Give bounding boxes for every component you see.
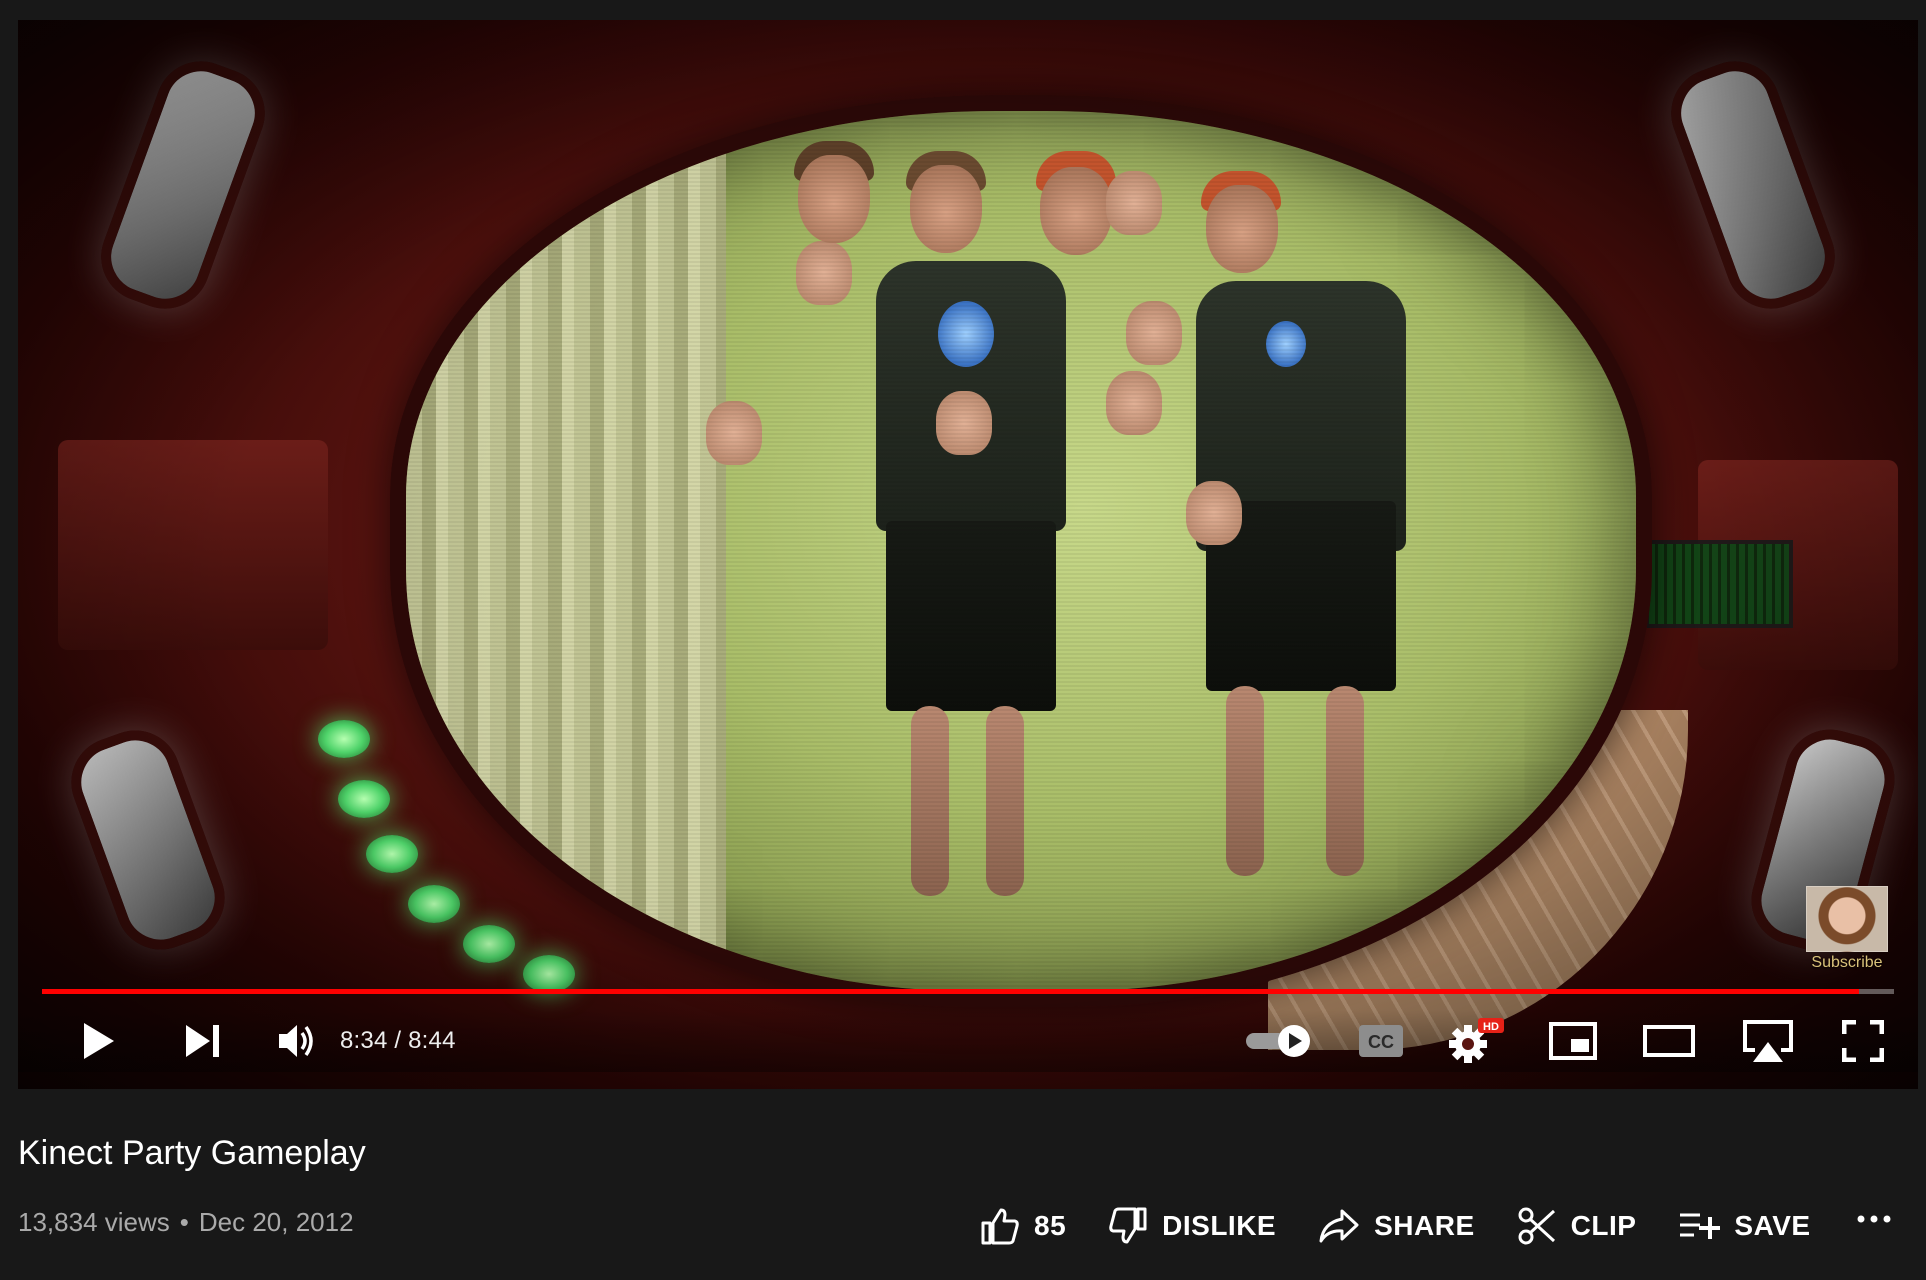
subscribe-label: Subscribe — [1811, 954, 1883, 971]
decor-grid-light — [1645, 540, 1793, 628]
miniplayer-icon — [1549, 1022, 1597, 1060]
theater-icon — [1643, 1025, 1695, 1057]
meta-separator: • — [179, 1207, 189, 1237]
gear-icon: HD — [1449, 1018, 1504, 1063]
decor-lamp — [1658, 48, 1848, 322]
video-screen — [390, 95, 1652, 1007]
progress-bar[interactable] — [42, 989, 1894, 994]
play-button[interactable] — [64, 1010, 134, 1072]
dislike-button[interactable]: DISLIKE — [1108, 1206, 1276, 1246]
clip-button[interactable]: CLIP — [1517, 1206, 1637, 1246]
channel-avatar — [1806, 886, 1888, 952]
decor-lamp — [58, 717, 238, 963]
share-label: SHARE — [1374, 1210, 1475, 1241]
video-player[interactable]: Subscribe 8:34 / 8:44 CC HD — [18, 20, 1918, 1089]
save-label: SAVE — [1734, 1210, 1811, 1241]
thumbs-up-icon — [981, 1208, 1019, 1245]
upload-date: Dec 20, 2012 — [198, 1207, 354, 1237]
settings-button[interactable]: HD — [1440, 1010, 1512, 1072]
decor-green-light — [338, 780, 390, 818]
decor-green-light — [318, 720, 370, 758]
dislike-label: DISLIKE — [1162, 1210, 1277, 1241]
captions-text: CC — [1368, 1032, 1394, 1052]
airplay-icon — [1743, 1020, 1793, 1062]
video-meta: 13,834 views • Dec 20, 2012 — [18, 1207, 354, 1238]
decor-lamp — [88, 48, 278, 322]
time-display: 8:34 / 8:44 — [340, 1027, 456, 1054]
volume-button[interactable] — [262, 1010, 332, 1072]
fullscreen-icon — [1842, 1020, 1884, 1062]
scanlines — [406, 111, 1636, 991]
video-frame — [18, 20, 1918, 1089]
fullscreen-button[interactable] — [1828, 1010, 1898, 1072]
captions-button[interactable]: CC — [1346, 1010, 1416, 1072]
captions-icon: CC — [1359, 1025, 1403, 1057]
like-button[interactable]: 85 — [980, 1206, 1066, 1246]
airplay-button[interactable] — [1730, 1010, 1806, 1072]
volume-icon — [279, 1025, 313, 1057]
view-count: 13,834 views — [18, 1207, 170, 1237]
share-button[interactable]: SHARE — [1318, 1208, 1475, 1244]
playlist-add-icon — [1680, 1213, 1721, 1239]
clip-label: CLIP — [1570, 1210, 1637, 1241]
autoplay-toggle[interactable] — [1240, 1010, 1318, 1072]
decor-panel — [58, 440, 328, 650]
play-icon — [84, 1023, 114, 1059]
video-actions: 85 DISLIKE SHARE CLIP SAVE — [980, 1200, 1926, 1252]
more-dots-icon — [1857, 1215, 1891, 1223]
progress-played — [42, 989, 1859, 994]
next-button[interactable] — [168, 1010, 238, 1072]
player-controls: 8:34 / 8:44 CC HD — [18, 1010, 1918, 1072]
video-title: Kinect Party Gameplay — [18, 1134, 366, 1172]
theater-button[interactable] — [1634, 1010, 1704, 1072]
hd-badge: HD — [1483, 1021, 1499, 1033]
autoplay-toggle-icon — [1246, 1025, 1310, 1057]
thumbs-down-icon — [1109, 1207, 1147, 1244]
save-button[interactable]: SAVE — [1678, 1210, 1810, 1242]
endscreen-subscribe[interactable]: Subscribe — [1806, 886, 1888, 972]
more-actions-button[interactable] — [1856, 1212, 1892, 1230]
share-arrow-icon — [1319, 1209, 1359, 1243]
miniplayer-button[interactable] — [1538, 1010, 1608, 1072]
next-icon — [186, 1025, 219, 1057]
like-count: 85 — [1034, 1210, 1067, 1241]
scissors-icon — [1518, 1207, 1555, 1245]
